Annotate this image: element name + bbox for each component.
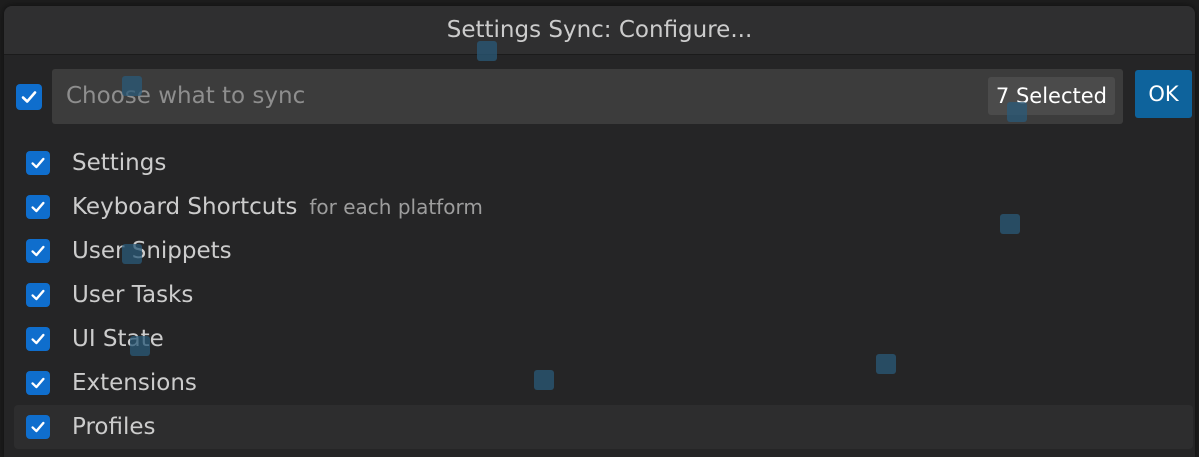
settings-sync-quick-pick: Settings Sync: Configure... Choose what … bbox=[4, 6, 1195, 457]
ok-button[interactable]: OK bbox=[1135, 70, 1192, 118]
user-snippets-checkbox[interactable] bbox=[26, 239, 50, 263]
filter-input[interactable]: Choose what to sync 7 Selected bbox=[52, 69, 1123, 124]
watermark-logo bbox=[534, 370, 554, 390]
item-label: Settings bbox=[72, 150, 167, 176]
item-label: Profiles bbox=[72, 414, 156, 440]
watermark-logo bbox=[122, 76, 142, 96]
checkmark-icon bbox=[31, 201, 45, 213]
item-label: Extensions bbox=[72, 370, 197, 396]
quick-pick-title: Settings Sync: Configure... bbox=[4, 6, 1195, 55]
checkmark-icon bbox=[31, 333, 45, 345]
toggle-all-checkbox[interactable] bbox=[16, 84, 42, 110]
extensions-checkbox[interactable] bbox=[26, 371, 50, 395]
checkmark-icon bbox=[31, 377, 45, 389]
item-label: Keyboard Shortcuts bbox=[72, 194, 298, 220]
list-item-settings[interactable]: Settings bbox=[14, 141, 1193, 185]
title-text: Settings Sync: Configure... bbox=[446, 17, 753, 43]
watermark-logo bbox=[1000, 214, 1020, 234]
item-description: for each platform bbox=[309, 195, 483, 219]
checkmark-icon bbox=[31, 421, 45, 433]
watermark-logo bbox=[876, 354, 896, 374]
checkmark-icon bbox=[31, 157, 45, 169]
checkmark-icon bbox=[31, 289, 45, 301]
profiles-checkbox[interactable] bbox=[26, 415, 50, 439]
item-label: UI State bbox=[72, 326, 164, 352]
keyboard-shortcuts-checkbox[interactable] bbox=[26, 195, 50, 219]
checkmark-icon bbox=[21, 91, 37, 103]
sync-options-list: Settings Keyboard Shortcuts for each pla… bbox=[14, 141, 1193, 449]
list-item-extensions[interactable]: Extensions bbox=[14, 361, 1193, 405]
list-item-profiles[interactable]: Profiles bbox=[14, 405, 1193, 449]
watermark-logo bbox=[130, 336, 150, 356]
list-item-user-snippets[interactable]: User Snippets bbox=[14, 229, 1193, 273]
watermark-logo bbox=[1007, 102, 1027, 122]
settings-checkbox[interactable] bbox=[26, 151, 50, 175]
item-label: User Snippets bbox=[72, 238, 232, 264]
list-item-ui-state[interactable]: UI State bbox=[14, 317, 1193, 361]
ui-state-checkbox[interactable] bbox=[26, 327, 50, 351]
watermark-logo bbox=[122, 244, 142, 264]
user-tasks-checkbox[interactable] bbox=[26, 283, 50, 307]
filter-placeholder: Choose what to sync bbox=[66, 83, 306, 109]
item-label: User Tasks bbox=[72, 282, 194, 308]
watermark-logo bbox=[477, 41, 497, 61]
list-item-user-tasks[interactable]: User Tasks bbox=[14, 273, 1193, 317]
checkmark-icon bbox=[31, 245, 45, 257]
